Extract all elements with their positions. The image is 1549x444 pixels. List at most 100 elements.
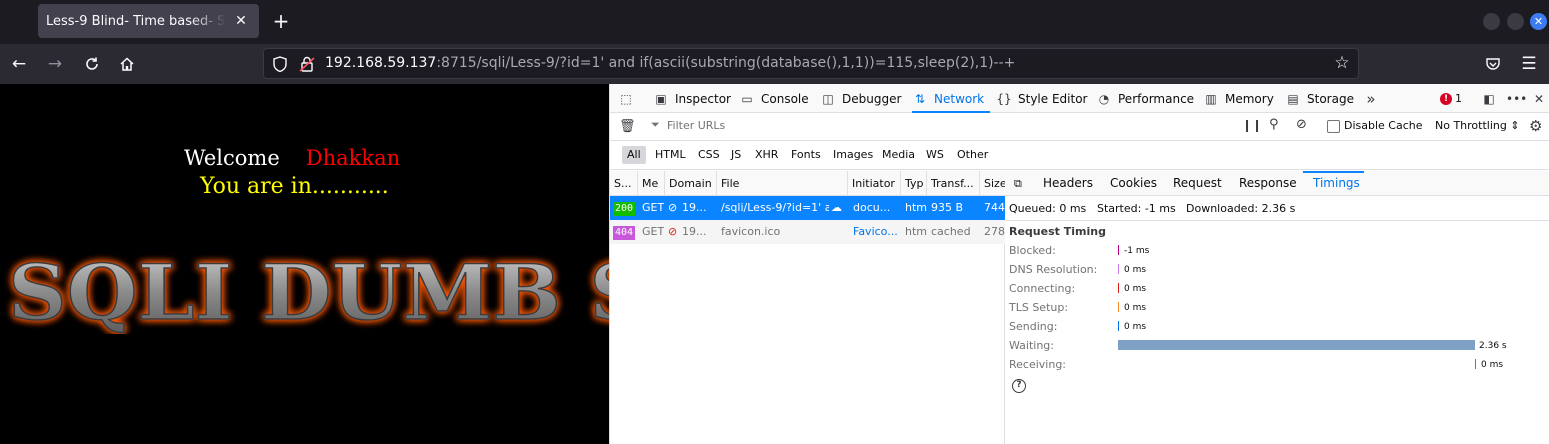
type-filter-button[interactable]: HTML <box>650 146 691 164</box>
type-cell: htm <box>905 201 927 214</box>
tab-close-icon[interactable]: ✕ <box>233 13 249 29</box>
window-close-button[interactable]: ✕ <box>1530 13 1547 30</box>
type-filter-button[interactable]: JS <box>726 146 746 164</box>
type-filter-button[interactable]: WS <box>921 146 949 164</box>
url-host: 192.168.59.137 <box>325 55 437 71</box>
tab-label: Style Editor <box>1018 91 1088 106</box>
type-filter-button[interactable]: CSS <box>693 146 725 164</box>
page-content: Welcome Dhakkan You are in........... SQL… <box>0 84 609 444</box>
status-message: You are in........... <box>200 174 389 199</box>
tab-network[interactable]: ⇅ Network <box>912 84 991 113</box>
toggle-sidebar-icon[interactable]: ⧉ <box>1014 171 1022 196</box>
bookmark-star-icon[interactable]: ☆ <box>1332 53 1352 73</box>
url-bar[interactable]: 192.168.59.137:8715/sqli/Less-9/?id=1' a… <box>263 48 1359 79</box>
more-options-icon[interactable]: ••• <box>1506 84 1527 113</box>
column-header[interactable]: Domain <box>665 171 717 196</box>
tab-storage[interactable]: ▤ Storage <box>1285 84 1354 113</box>
reload-icon[interactable] <box>80 52 104 76</box>
tab-title: Less-9 Blind- Time based- Single Quotes-… <box>46 13 226 29</box>
initiator-cell[interactable]: Favico... <box>853 220 897 244</box>
filter-urls-input[interactable]: ⏷ Filter URLs <box>643 115 1233 138</box>
filter-bar: 🗑 ⏷ Filter URLs ❙❙ ⚲ ⊘ Disable Cache No … <box>610 113 1549 141</box>
type-filter-button[interactable]: Fonts <box>786 146 826 164</box>
request-table: S... Me Domain File Initiator Typ Transf… <box>610 171 1005 444</box>
tab-memory[interactable]: ▥ Memory <box>1203 84 1273 113</box>
request-details: ⧉ Headers Cookies Request Response Timin… <box>1005 171 1549 444</box>
type-filter-button[interactable]: All <box>622 146 646 164</box>
tab-console[interactable]: ▭ Console <box>739 84 809 113</box>
settings-gear-icon[interactable]: ⚙ <box>1529 117 1542 135</box>
timing-value: 0 ms <box>1124 265 1147 275</box>
search-icon[interactable]: ⚲ <box>1269 117 1279 132</box>
insecure-lock-icon[interactable] <box>299 55 315 73</box>
type-filter-button[interactable]: Other <box>952 146 993 164</box>
menu-icon[interactable]: ☰ <box>1517 52 1541 76</box>
forward-icon[interactable]: → <box>43 52 67 76</box>
pause-icon[interactable]: ❙❙ <box>1242 118 1262 132</box>
type-filter-button[interactable]: Images <box>828 146 878 164</box>
throttling-value: No Throttling <box>1435 119 1507 132</box>
storage-icon: ▤ <box>1287 91 1299 106</box>
tracking-protection-shield-icon[interactable] <box>272 55 288 73</box>
timing-value: 0 ms <box>1124 322 1147 332</box>
initiator-cell: docu... <box>853 201 891 214</box>
timing-value: 0 ms <box>1481 360 1504 370</box>
back-icon[interactable]: ← <box>7 52 31 76</box>
column-header[interactable]: S... <box>610 171 638 196</box>
column-header[interactable]: File <box>717 171 848 196</box>
column-header[interactable]: Typ <box>901 171 927 196</box>
column-header[interactable]: Initiator <box>848 171 901 196</box>
table-row[interactable]: 404 GET ⊘ 19... favicon.ico Favico... ht… <box>610 220 1005 244</box>
pocket-icon[interactable] <box>1481 52 1505 76</box>
method-cell: GET <box>642 201 665 214</box>
timing-value: 2.36 s <box>1479 341 1507 351</box>
timing-label: Blocked: <box>1009 244 1056 257</box>
trash-icon[interactable]: 🗑 <box>619 119 636 134</box>
tab-response[interactable]: Response <box>1239 171 1297 196</box>
transferred-cell: cached <box>931 225 971 238</box>
tab-cookies[interactable]: Cookies <box>1110 171 1157 196</box>
tab-headers[interactable]: Headers <box>1043 171 1093 196</box>
more-tabs-chevron-icon[interactable]: » <box>1363 84 1379 113</box>
disable-cache-label: Disable Cache <box>1344 119 1423 132</box>
type-filter-button[interactable]: Media <box>877 146 920 164</box>
column-header[interactable]: Size <box>980 171 1005 196</box>
tab-label: Performance <box>1118 91 1195 106</box>
block-icon[interactable]: ⊘ <box>1296 117 1307 132</box>
tab-request[interactable]: Request <box>1173 171 1222 196</box>
tab-inspector[interactable]: ▣ Inspector <box>653 84 731 113</box>
tab-label: Console <box>761 91 809 106</box>
tab-timings[interactable]: Timings <box>1313 171 1360 196</box>
welcome-line: Welcome Dhakkan <box>184 146 400 170</box>
queued-summary: Queued: 0 ms <box>1009 202 1087 215</box>
window-maximize-button[interactable] <box>1507 13 1524 30</box>
close-devtools-icon[interactable]: ✕ <box>1531 84 1547 113</box>
tab-performance[interactable]: ◔ Performance <box>1096 84 1194 113</box>
banner-text: SQLI DUMB S <box>8 249 609 334</box>
home-icon[interactable] <box>115 52 139 76</box>
element-picker-icon[interactable]: ⬚ <box>618 84 634 113</box>
disable-cache-checkbox[interactable] <box>1327 120 1340 133</box>
help-icon[interactable]: ? <box>1012 379 1026 393</box>
tab-debugger[interactable]: ◫ Debugger <box>820 84 901 113</box>
timing-bar-dns <box>1118 264 1119 274</box>
browser-tab[interactable]: Less-9 Blind- Time based- Single Quotes-… <box>38 4 259 38</box>
url-text[interactable]: 192.168.59.137:8715/sqli/Less-9/?id=1' a… <box>325 55 1015 71</box>
timing-label: Waiting: <box>1009 339 1054 352</box>
new-tab-icon[interactable]: + <box>272 11 290 31</box>
timing-bar-blocked <box>1118 245 1119 255</box>
tab-label: Storage <box>1307 91 1354 106</box>
throttling-select[interactable]: No Throttling ⇕ <box>1435 119 1520 132</box>
window-minimize-button[interactable] <box>1483 13 1500 30</box>
timing-bar-connecting <box>1118 283 1119 293</box>
dock-toggle-icon[interactable]: ◧ <box>1481 84 1497 113</box>
column-header[interactable]: Transf... <box>927 171 980 196</box>
tracker-icon: ☁ <box>831 201 842 214</box>
column-header[interactable]: Me <box>638 171 665 196</box>
tab-style-editor[interactable]: {} Style Editor <box>996 84 1087 113</box>
devtools-toolbar: ⬚ ▣ Inspector ▭ Console ◫ Debugger ⇅ Network… <box>610 84 1549 113</box>
table-row[interactable]: 200 GET ⊘ 19... /sqli/Less-9/?id=1' and … <box>610 196 1005 220</box>
error-count[interactable]: ! 1 <box>1440 84 1462 113</box>
file-cell: /sqli/Less-9/?id=1' and <box>721 201 829 214</box>
type-filter-button[interactable]: XHR <box>750 146 783 164</box>
